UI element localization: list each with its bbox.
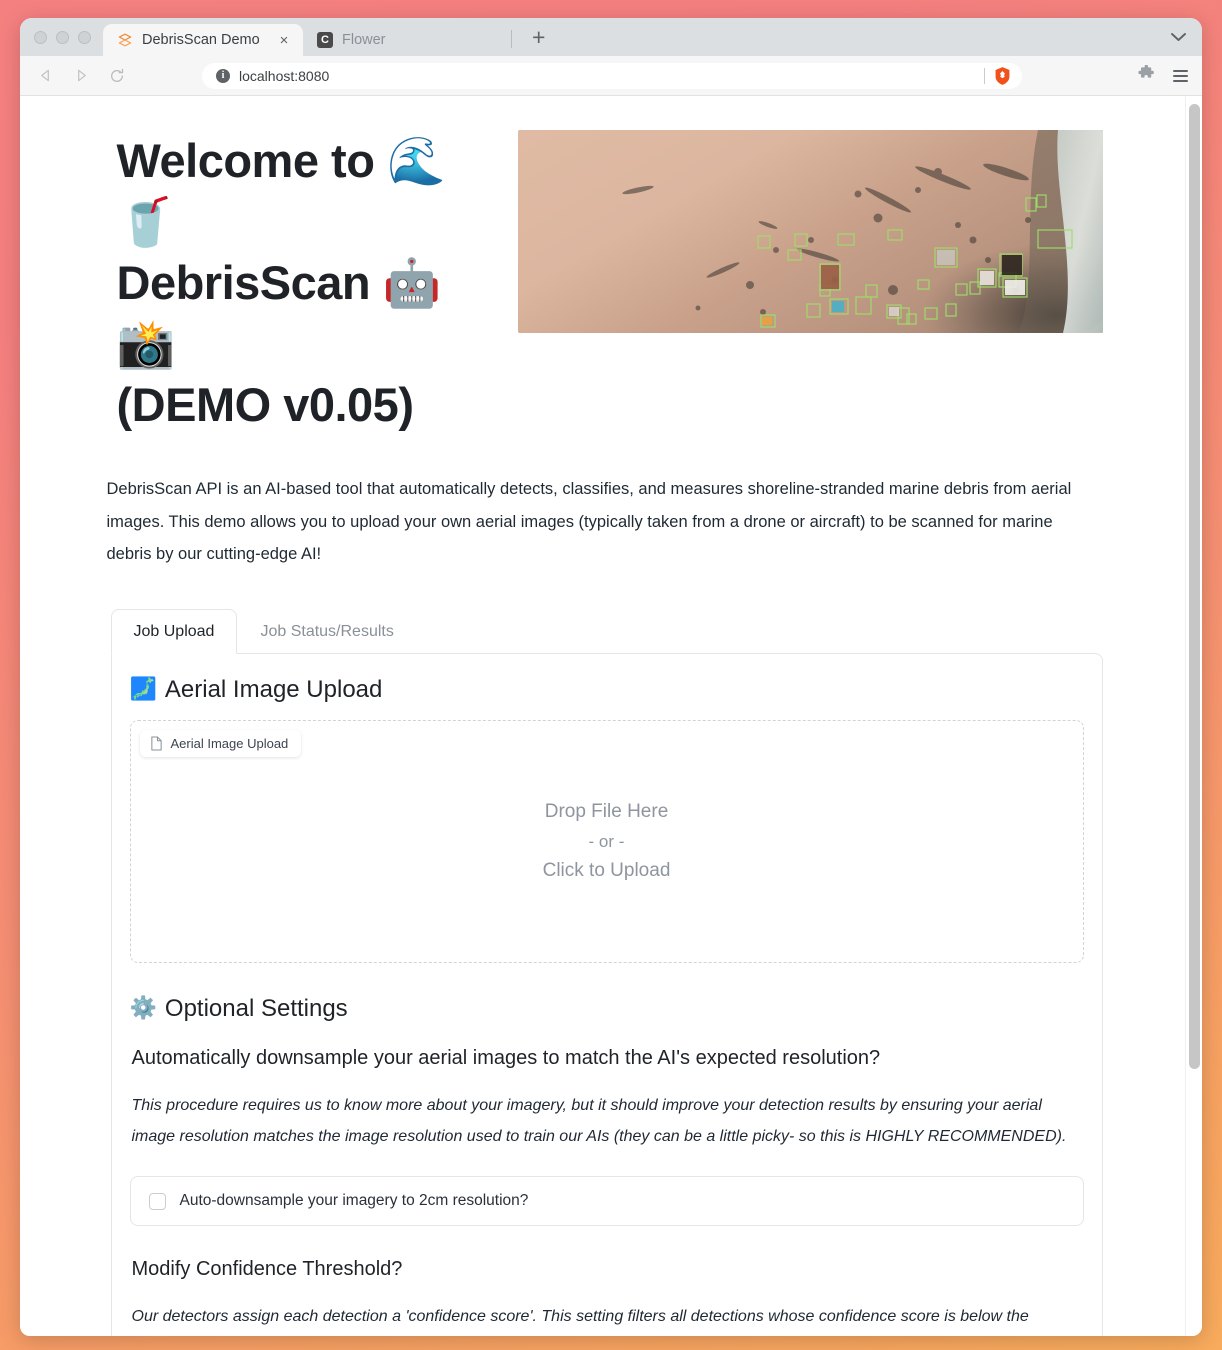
auto-downsample-checkbox-row[interactable]: Auto-downsample your imagery to 2cm reso…: [129, 1176, 1084, 1227]
browser-tab-flower[interactable]: C Flower: [303, 24, 503, 56]
dropzone-instructions: Drop File Here - or - Click to Upload: [131, 721, 1083, 962]
page-content: Welcome to 🌊🥤 DebrisScan 🤖📸 (DEMO v0.05): [20, 96, 1185, 1336]
hero-section: Welcome to 🌊🥤 DebrisScan 🤖📸 (DEMO v0.05): [103, 130, 1103, 435]
gear-icon: ⚙️: [129, 996, 157, 1022]
aerial-beach-debris-image: [517, 130, 1103, 333]
optional-settings-heading-text: Optional Settings: [164, 994, 348, 1022]
page-scrollbar[interactable]: [1185, 96, 1202, 1336]
tab-job-status-results[interactable]: Job Status/Results: [237, 609, 416, 654]
reload-icon[interactable]: [106, 65, 128, 87]
job-upload-panel: 🗾 Aerial Image Upload Aerial Image Uploa…: [110, 652, 1103, 1336]
tab-title: Flower: [342, 32, 386, 48]
toolbar-actions: [1118, 64, 1188, 87]
omnibox-divider: [984, 67, 985, 84]
page-title: Welcome to 🌊🥤 DebrisScan 🤖📸 (DEMO v0.05): [117, 130, 476, 435]
auto-downsample-checkbox-label: Auto-downsample your imagery to 2cm reso…: [179, 1192, 529, 1210]
browser-window: DebrisScan Demo × C Flower + i localhost…: [20, 18, 1202, 1336]
hamburger-menu-icon[interactable]: [1173, 69, 1188, 82]
tab-divider: [511, 30, 512, 48]
letter-c-icon: C: [317, 32, 333, 48]
info-circle-icon[interactable]: i: [216, 68, 230, 83]
chevron-down-icon[interactable]: [1171, 29, 1186, 47]
tab-title: DebrisScan Demo: [142, 32, 260, 48]
maximize-window-button[interactable]: [78, 30, 91, 44]
close-window-button[interactable]: [34, 30, 47, 44]
intro-paragraph: DebrisScan API is an AI-based tool that …: [106, 480, 1072, 563]
optional-settings-heading: ⚙️ Optional Settings: [130, 995, 1084, 1023]
minimize-window-button[interactable]: [56, 30, 69, 44]
page-viewport: Welcome to 🌊🥤 DebrisScan 🤖📸 (DEMO v0.05): [20, 96, 1202, 1336]
browser-tab-debrisscan[interactable]: DebrisScan Demo ×: [103, 24, 303, 56]
file-dropzone[interactable]: Aerial Image Upload Drop File Here - or …: [129, 719, 1084, 963]
puzzle-piece-icon[interactable]: [1138, 64, 1155, 87]
browser-toolbar: i localhost:8080: [20, 56, 1202, 96]
or-separator-text: - or -: [588, 831, 625, 851]
click-to-upload-text[interactable]: Click to Upload: [543, 859, 671, 883]
page-title-line-3: (DEMO v0.05): [116, 378, 414, 432]
confidence-description: Our detectors assign each detection a 'c…: [131, 1308, 1029, 1326]
gradio-logo-icon: [118, 33, 132, 47]
new-tab-button[interactable]: +: [520, 26, 557, 56]
drop-file-here-text: Drop File Here: [544, 801, 669, 823]
confidence-question: Modify Confidence Threshold?: [131, 1258, 403, 1281]
forward-arrow-icon[interactable]: [70, 65, 92, 87]
tab-job-upload[interactable]: Job Upload: [110, 608, 238, 654]
downsample-description: This procedure requires us to know more …: [131, 1096, 1067, 1146]
tab-strip: DebrisScan Demo × C Flower +: [20, 18, 1202, 56]
aerial-image-upload-heading: 🗾 Aerial Image Upload: [130, 676, 1084, 704]
aerial-image-upload-heading-text: Aerial Image Upload: [164, 675, 383, 703]
app-tabs: Job Upload Job Status/Results: [103, 608, 1103, 654]
close-tab-button[interactable]: ×: [275, 33, 293, 48]
address-bar[interactable]: i localhost:8080: [202, 62, 1022, 89]
url-text: localhost:8080: [239, 67, 330, 84]
downsample-question: Automatically downsample your aerial ima…: [131, 1046, 881, 1069]
window-controls: [30, 18, 103, 56]
page-title-line-1: Welcome to 🌊🥤: [116, 134, 446, 249]
page-title-line-2: DebrisScan 🤖📸: [116, 256, 442, 371]
back-arrow-icon[interactable]: [34, 65, 56, 87]
scrollbar-thumb[interactable]: [1189, 104, 1200, 1069]
brave-shield-icon[interactable]: [993, 66, 1012, 86]
map-of-japan-icon: 🗾: [129, 677, 157, 703]
auto-downsample-checkbox[interactable]: [148, 1192, 166, 1210]
